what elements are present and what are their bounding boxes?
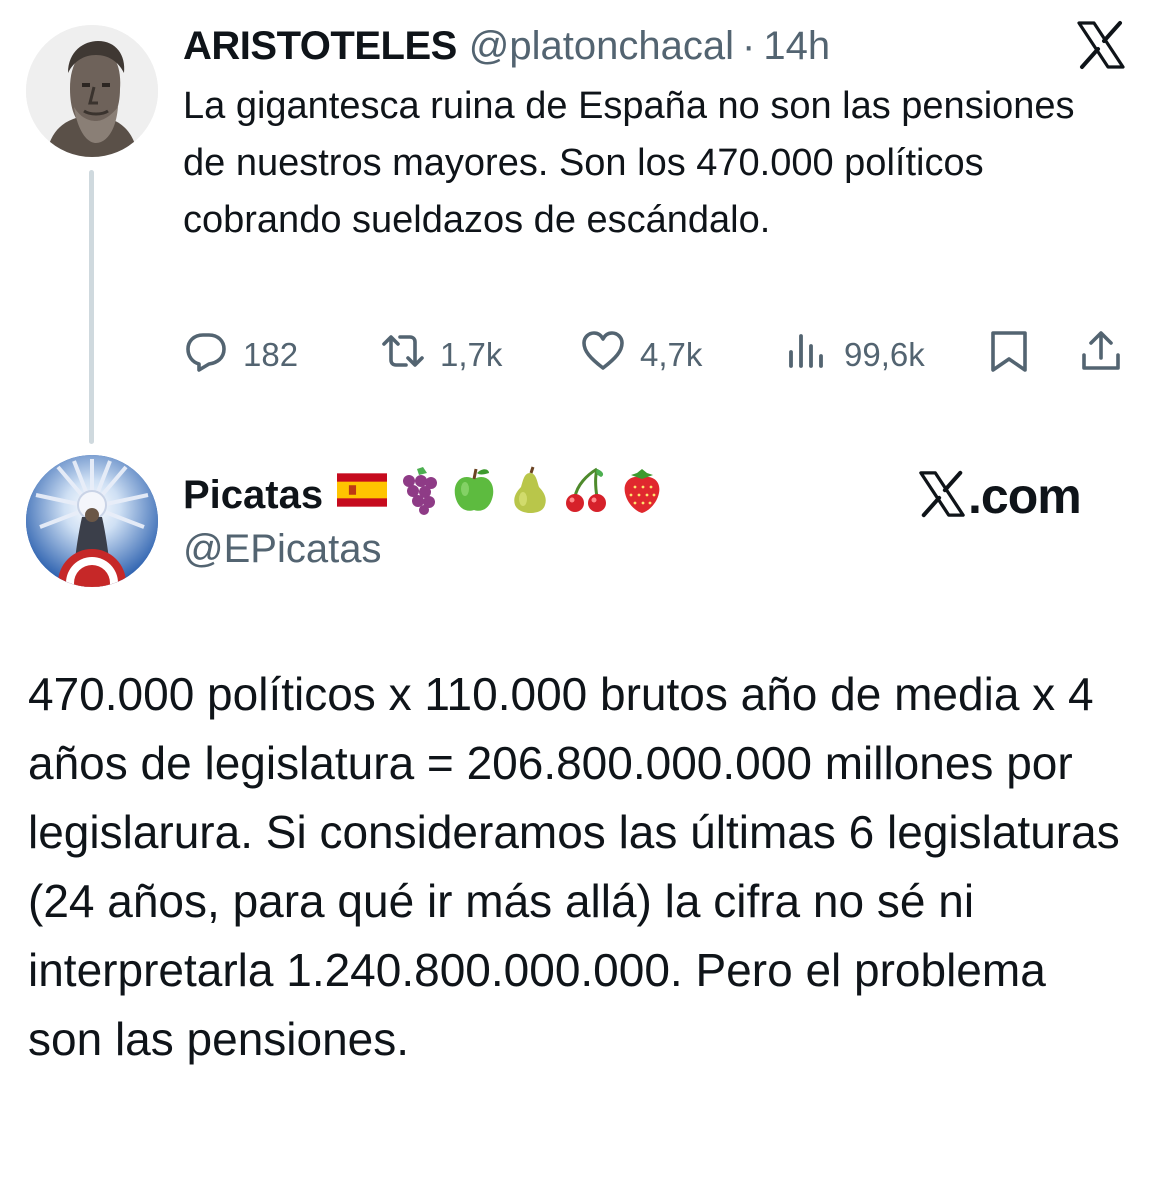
tweet1-timestamp[interactable]: 14h bbox=[763, 22, 830, 70]
tweet1-text: La gigantesca ruina de España no son las… bbox=[183, 85, 1075, 241]
share-icon bbox=[1078, 328, 1124, 382]
picatas-avatar[interactable] bbox=[26, 455, 158, 587]
strawberry-icon bbox=[617, 465, 673, 525]
comment-icon bbox=[183, 328, 229, 382]
name-emoji-row bbox=[337, 465, 673, 525]
pear-icon bbox=[505, 465, 561, 525]
tweet1-header: ARISTOTELES @platonchacal · 14h bbox=[183, 22, 830, 70]
cherries-icon bbox=[561, 465, 617, 525]
spain-flag-icon bbox=[337, 465, 393, 525]
tweet2-author-name[interactable]: Picatas bbox=[183, 473, 323, 518]
tweet1-action-bar: 182 1,7k 4,7k 99,6k bbox=[0, 330, 1157, 380]
tweet1-separator: · bbox=[742, 24, 756, 68]
tweet2-handle[interactable]: @EPicatas bbox=[183, 524, 381, 574]
tweet2-author-row: Picatas bbox=[183, 466, 673, 520]
heart-icon bbox=[580, 328, 626, 382]
retweet-button[interactable]: 1,7k bbox=[380, 330, 502, 380]
retweet-count: 1,7k bbox=[440, 336, 503, 373]
retweet-icon bbox=[380, 328, 426, 382]
views-button[interactable]: 99,6k bbox=[784, 330, 925, 380]
x-logo-icon bbox=[918, 470, 966, 523]
thread-connector-line bbox=[89, 170, 94, 444]
like-button[interactable]: 4,7k bbox=[580, 330, 702, 380]
tweet1-author-name[interactable]: ARISTOTELES bbox=[183, 22, 457, 70]
x-logo-icon bbox=[1076, 20, 1126, 70]
green-apple-icon bbox=[449, 465, 505, 525]
bookmark-button[interactable] bbox=[986, 330, 1032, 380]
like-count: 4,7k bbox=[640, 336, 703, 373]
reply-button[interactable]: 182 bbox=[183, 330, 298, 380]
reply-count: 182 bbox=[243, 336, 299, 373]
xcom-watermark-text: .com bbox=[968, 468, 1082, 524]
bookmark-icon bbox=[986, 328, 1032, 382]
views-count: 99,6k bbox=[844, 336, 925, 373]
aristoteles-avatar[interactable] bbox=[26, 25, 158, 157]
xcom-watermark: .com bbox=[918, 468, 1082, 524]
screenshot: ARISTOTELES @platonchacal · 14h La gigan… bbox=[0, 0, 1157, 1200]
grapes-icon bbox=[393, 465, 449, 525]
tweet1-handle[interactable]: @platonchacal bbox=[469, 22, 734, 70]
views-icon bbox=[784, 328, 830, 382]
tweet2-text: 470.000 políticos x 110.000 brutos año d… bbox=[28, 668, 1120, 1065]
share-button[interactable] bbox=[1078, 330, 1124, 380]
